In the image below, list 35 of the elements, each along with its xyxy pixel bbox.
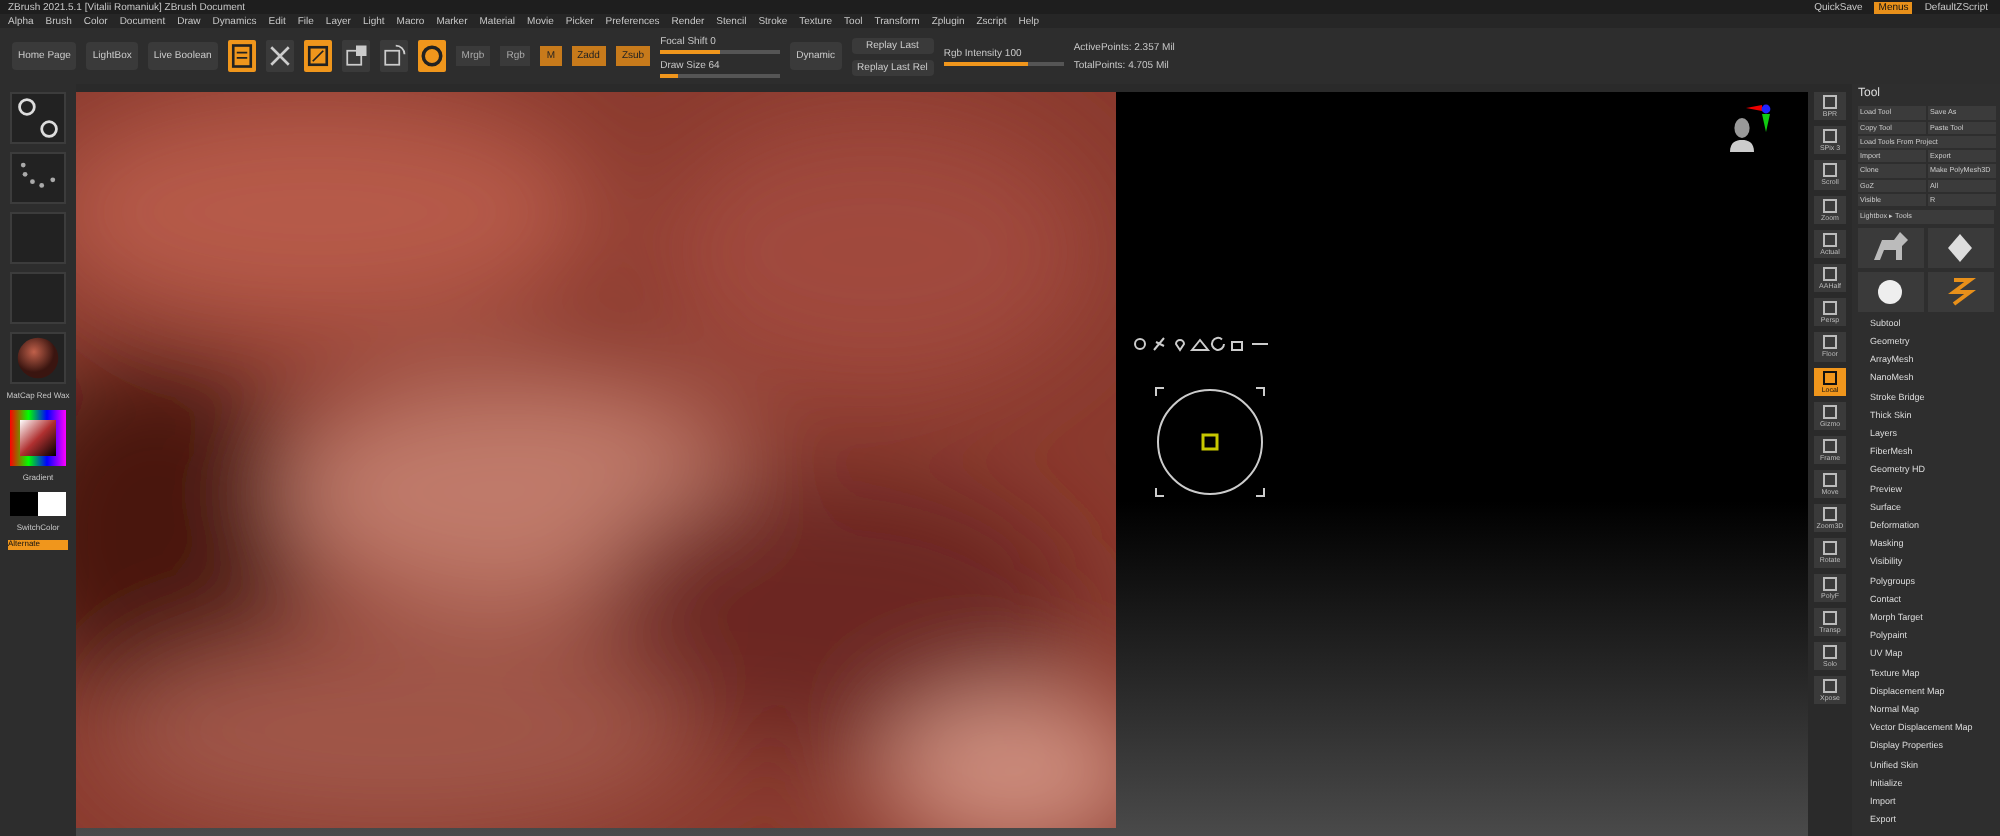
square-icon — [1822, 94, 1838, 110]
rotate-icon[interactable] — [379, 40, 408, 72]
square-icon — [1822, 265, 1838, 282]
mesh-thumbnail[interactable] — [1858, 271, 1924, 312]
axis-gizmo-icon[interactable] — [1746, 104, 1774, 136]
cross-icon[interactable] — [265, 40, 294, 72]
move-icon[interactable] — [303, 40, 332, 72]
color-swatches[interactable] — [10, 491, 66, 516]
square-icon — [1822, 540, 1838, 557]
square-icon — [1822, 334, 1838, 351]
ring-icon[interactable] — [417, 40, 446, 72]
square-icon — [1822, 403, 1838, 420]
square-icon — [1822, 609, 1838, 626]
mesh-thumbnail[interactable] — [1858, 227, 1924, 268]
scale-icon[interactable] — [341, 40, 370, 72]
square-icon — [1822, 231, 1838, 248]
mesh-thumbnail[interactable] — [1928, 271, 1994, 312]
square-icon — [1822, 128, 1838, 145]
square-icon — [1822, 472, 1838, 489]
square-icon — [1822, 437, 1838, 454]
square-icon — [1822, 575, 1838, 592]
mesh-thumbnail[interactable] — [1928, 227, 1994, 268]
dots-icon[interactable] — [10, 152, 66, 204]
square-icon — [1822, 162, 1838, 179]
square-icon — [1822, 644, 1838, 660]
square-icon — [1822, 506, 1838, 523]
square-icon — [1822, 300, 1838, 317]
navigation-icons-drawing[interactable] — [1132, 336, 1272, 352]
square-icon — [1822, 369, 1838, 385]
square-icon — [1822, 197, 1838, 214]
head-bust-icon[interactable] — [1728, 116, 1756, 152]
square-icon — [1822, 678, 1838, 695]
color-picker[interactable] — [10, 409, 66, 466]
navigation-gizmo[interactable] — [1152, 384, 1268, 500]
edit-icon[interactable] — [227, 40, 256, 72]
